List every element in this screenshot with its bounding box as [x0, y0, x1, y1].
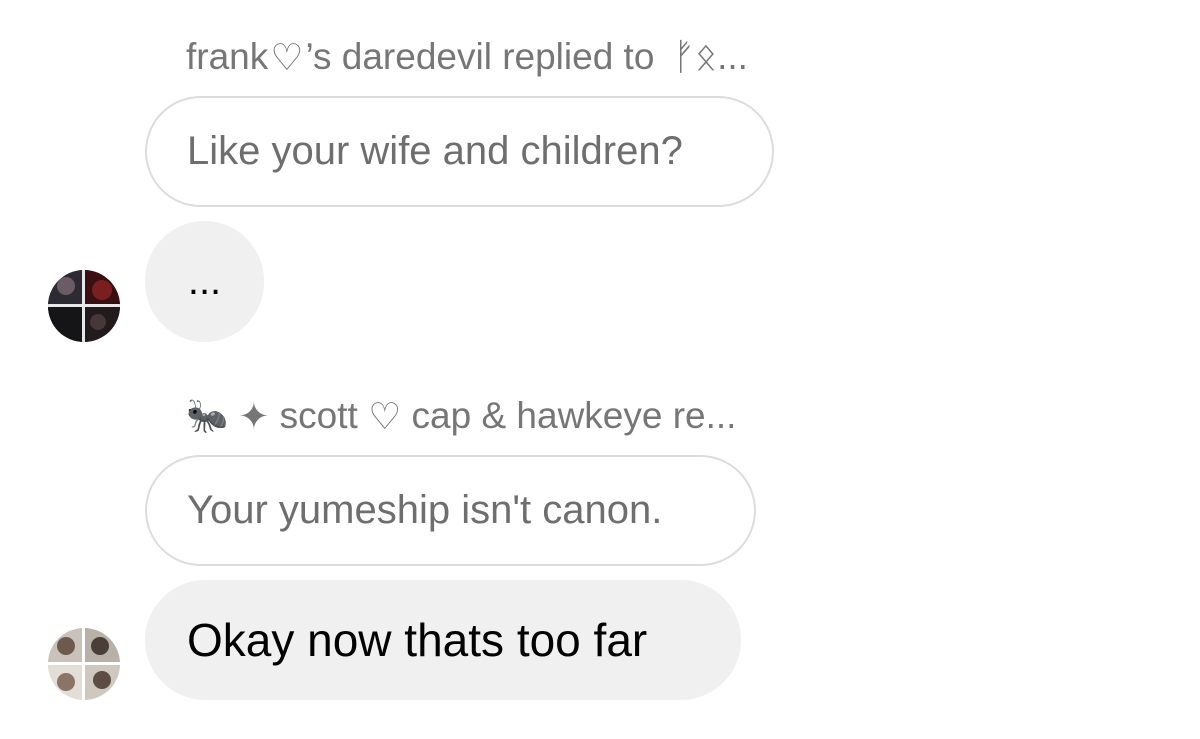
reply-sender-name: frank [186, 36, 269, 77]
reply-header-1: frank ♡ ’s daredevil replied to ᚠᛟ... [186, 34, 748, 80]
avatar[interactable] [48, 628, 120, 700]
avatar-image [48, 270, 120, 342]
quoted-message-text: Your yumeship isn't canon. [187, 488, 663, 532]
reply-sender-name: scott [269, 395, 369, 436]
reply-header-rest: cap & hawkeye re... [401, 395, 737, 436]
sparkle-icon: ✦ [238, 395, 270, 437]
heart-icon: ♡ [368, 395, 402, 437]
message-bubble-1[interactable]: ... [145, 221, 264, 342]
ant-icon: 🐜 [186, 397, 229, 435]
avatar[interactable] [48, 270, 120, 342]
quoted-message-1[interactable]: Like your wife and children? [145, 96, 774, 207]
message-text: ... [187, 259, 222, 303]
message-text: Okay now thats too far [187, 614, 648, 666]
avatar-image [48, 628, 120, 700]
message-bubble-2[interactable]: Okay now thats too far [145, 580, 741, 700]
heart-icon: ♡ [270, 36, 304, 78]
quoted-message-2[interactable]: Your yumeship isn't canon. [145, 455, 756, 566]
reply-header-2: 🐜 ✦ scott ♡ cap & hawkeye re... [186, 393, 736, 439]
reply-sender-suffix: ’s daredevil replied to [305, 36, 665, 77]
quoted-message-text: Like your wife and children? [187, 129, 683, 173]
reply-target-name: ᚠᛟ... [672, 36, 748, 77]
